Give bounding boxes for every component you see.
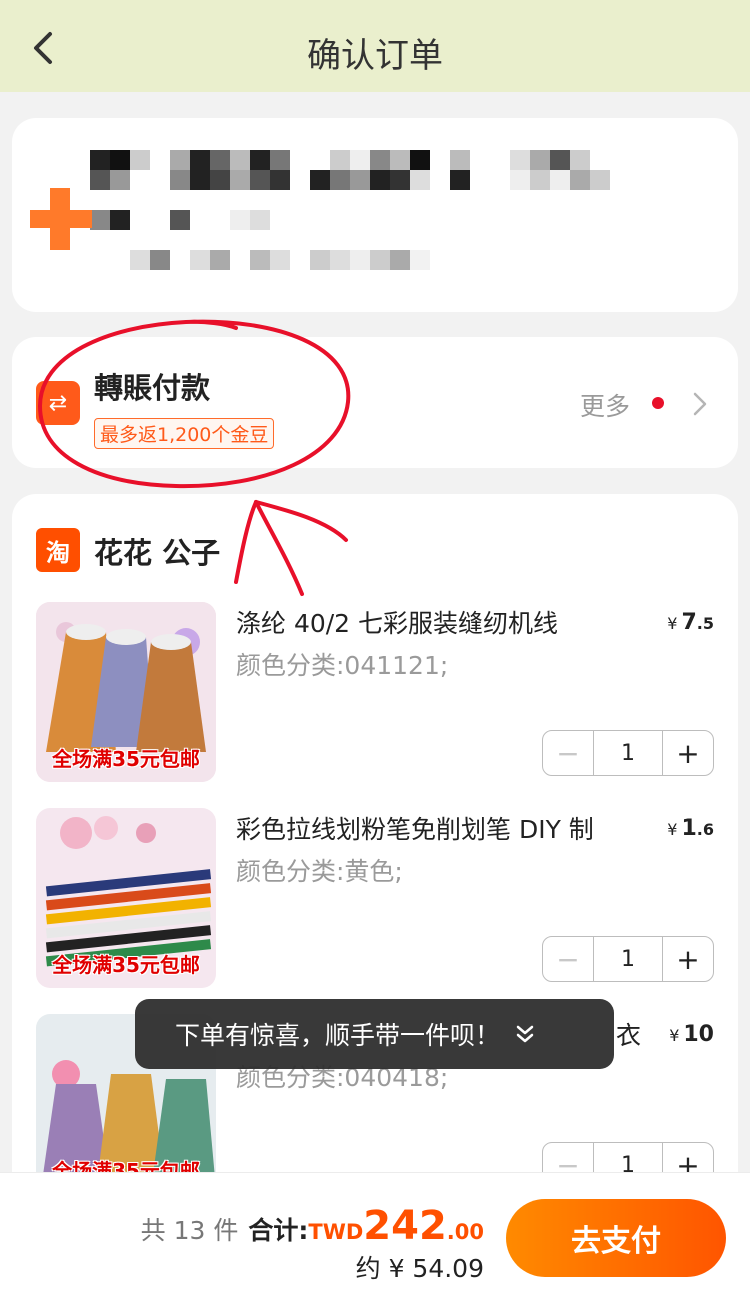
quantity-stepper: − 1 +	[542, 936, 714, 982]
chevron-right-icon[interactable]	[690, 391, 710, 417]
item-spec[interactable]: 颜色分类:黄色;	[236, 852, 403, 888]
total-amount: 242	[363, 1203, 447, 1249]
item-title: 衣	[616, 1021, 642, 1050]
taobao-shop-icon: 淘	[36, 528, 80, 572]
quantity-stepper: − 1 +	[542, 730, 714, 776]
notification-dot	[652, 397, 664, 409]
approx-total-cny: 约 ¥ 54.09	[355, 1254, 484, 1283]
total-amount-decimal: .00	[446, 1220, 484, 1244]
pay-button[interactable]: 去支付	[506, 1199, 726, 1277]
list-item[interactable]: 全场满35元包邮 涤纶 40/2 七彩服装缝纫机线 颜色分类:041121; ¥…	[12, 602, 738, 792]
list-item[interactable]: 全场满35元包邮 彩色拉线划粉笔免削划笔 DIY 制 颜色分类:黄色; ¥1.6…	[12, 808, 738, 998]
quantity-value[interactable]: 1	[593, 731, 663, 775]
increase-button[interactable]: +	[663, 937, 713, 981]
increase-button[interactable]: +	[663, 731, 713, 775]
order-total: 共 13 件合计:TWD242.00	[141, 1203, 484, 1249]
checkout-bar: 共 13 件合计:TWD242.00 约 ¥ 54.09 去支付	[0, 1172, 750, 1300]
payment-promo-badge: 最多返1,200个金豆	[94, 418, 275, 449]
promo-label: 全场满35元包邮	[52, 747, 200, 771]
promo-toast[interactable]: 下单有惊喜，顺手带一件呗！	[135, 999, 614, 1069]
decrease-button[interactable]: −	[543, 731, 593, 775]
item-price: ¥7.5	[667, 610, 714, 635]
address-card[interactable]	[12, 118, 738, 312]
page-title: 确认订单	[307, 36, 443, 76]
item-price: ¥1.6	[667, 816, 714, 841]
payment-method-card[interactable]: ⇄ 轉賬付款 最多返1,200个金豆 更多	[12, 337, 738, 468]
toast-text: 下单有惊喜，顺手带一件呗！	[175, 1021, 501, 1050]
product-thumbnail[interactable]: 全场满35元包邮	[36, 602, 216, 782]
double-chevron-down-icon[interactable]	[514, 1023, 536, 1045]
item-title: 彩色拉线划粉笔免削划笔 DIY 制	[236, 815, 594, 844]
payment-method-title: 轉賬付款	[94, 371, 211, 405]
item-price: ¥10	[669, 1022, 714, 1047]
quantity-value[interactable]: 1	[593, 937, 663, 981]
nav-bar: 确认订单	[0, 0, 750, 92]
total-label: 合计:	[248, 1216, 309, 1245]
item-title: 涤纶 40/2 七彩服装缝纫机线	[236, 609, 559, 638]
item-spec[interactable]: 颜色分类:041121;	[236, 646, 448, 682]
decrease-button[interactable]: −	[543, 937, 593, 981]
item-count: 共 13 件	[140, 1216, 239, 1245]
more-payment-link[interactable]: 更多	[580, 387, 630, 423]
total-currency: TWD	[308, 1220, 364, 1244]
product-thumbnail[interactable]: 全场满35元包邮	[36, 808, 216, 988]
transfer-arrows-icon: ⇄	[36, 381, 80, 425]
shop-name[interactable]: 花花 公子	[94, 530, 220, 572]
promo-label: 全场满35元包邮	[52, 953, 200, 977]
